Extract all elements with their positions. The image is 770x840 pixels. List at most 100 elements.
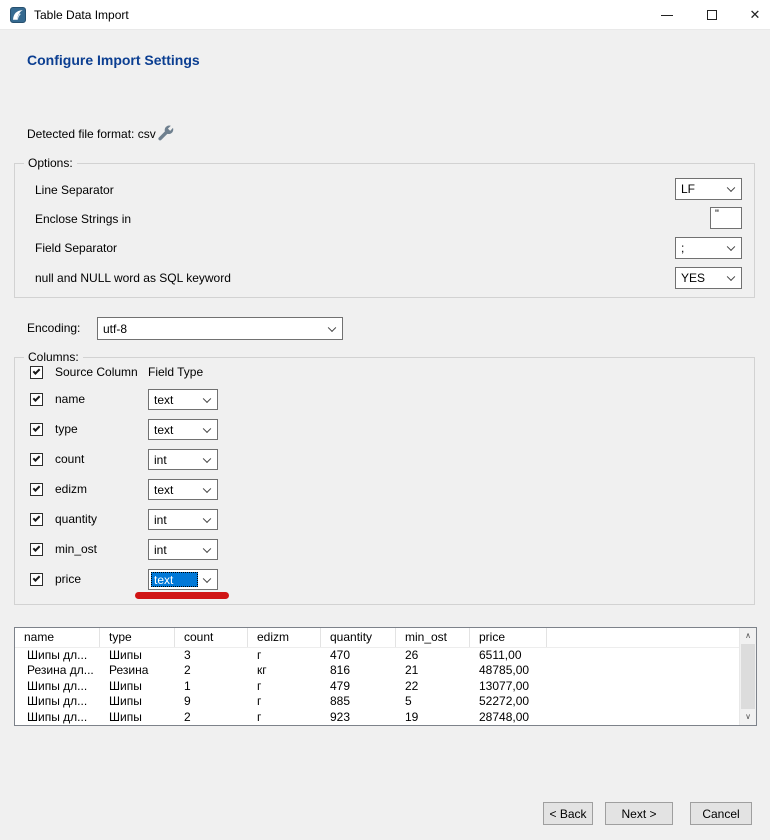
checkmark-icon — [33, 574, 41, 582]
select-value: ; — [681, 241, 684, 255]
checkmark-icon — [33, 544, 41, 552]
field-type-header: Field Type — [148, 365, 203, 379]
cell: 28748,00 — [470, 710, 547, 725]
cell: 6511,00 — [470, 648, 547, 663]
field-type-select-edizm[interactable]: text — [148, 479, 218, 500]
cell: Шипы дл... — [15, 679, 100, 694]
cell: Резина дл... — [15, 663, 100, 678]
title-bar: Table Data Import ✕ — [0, 0, 770, 30]
column-checkbox-type[interactable] — [30, 423, 43, 436]
chevron-down-icon — [203, 514, 211, 522]
chevron-down-icon — [203, 574, 211, 582]
field-type-select-type[interactable]: text — [148, 419, 218, 440]
wrench-icon[interactable] — [156, 124, 174, 142]
table-row: Шипы дл... Шипы 2 г 923 19 28748,00 — [15, 710, 756, 725]
table-row: Шипы дл... Шипы 1 г 479 22 13077,00 — [15, 679, 756, 694]
cancel-button[interactable]: Cancel — [690, 802, 752, 825]
minimize-icon — [661, 15, 673, 16]
enclose-strings-label: Enclose Strings in — [35, 212, 131, 226]
close-button[interactable]: ✕ — [740, 0, 770, 30]
chevron-down-icon — [203, 394, 211, 402]
table-row: Резина дл... Резина 2 кг 816 21 48785,00 — [15, 663, 756, 678]
options-legend: Options: — [24, 156, 77, 170]
columns-legend: Columns: — [24, 350, 83, 364]
column-checkbox-edizm[interactable] — [30, 483, 43, 496]
field-type-select-name[interactable]: text — [148, 389, 218, 410]
field-separator-label: Field Separator — [35, 241, 117, 255]
table-header-quantity: quantity — [321, 628, 396, 647]
window-title: Table Data Import — [34, 0, 129, 30]
column-checkbox-count[interactable] — [30, 453, 43, 466]
line-separator-label: Line Separator — [35, 183, 114, 197]
column-label-price: price — [55, 572, 81, 586]
select-value: utf-8 — [103, 322, 127, 336]
line-separator-select[interactable]: LF — [675, 178, 742, 200]
encoding-label: Encoding: — [27, 321, 80, 335]
field-type-select-quantity[interactable]: int — [148, 509, 218, 530]
column-label-quantity: quantity — [55, 512, 97, 526]
chevron-down-icon — [328, 323, 336, 331]
table-header-edizm: edizm — [248, 628, 321, 647]
table-header-count: count — [175, 628, 248, 647]
maximize-button[interactable] — [697, 0, 727, 30]
cell: 22 — [396, 679, 470, 694]
cell: 470 — [321, 648, 396, 663]
enclose-strings-input[interactable] — [710, 207, 742, 229]
cell: 52272,00 — [470, 694, 547, 709]
cell: Шипы дл... — [15, 648, 100, 663]
cell: Шипы — [100, 679, 175, 694]
cell: Шипы дл... — [15, 694, 100, 709]
chevron-down-icon — [727, 273, 735, 281]
column-checkbox-min-ost[interactable] — [30, 543, 43, 556]
cell: кг — [248, 663, 321, 678]
select-all-columns-checkbox[interactable] — [30, 366, 43, 379]
table-header-min-ost: min_ost — [396, 628, 470, 647]
annotation-red-underline — [135, 592, 229, 599]
column-checkbox-price[interactable] — [30, 573, 43, 586]
encoding-select[interactable]: utf-8 — [97, 317, 343, 340]
cell: 9 — [175, 694, 248, 709]
select-value: int — [154, 543, 167, 557]
column-label-count: count — [55, 452, 84, 466]
cell: г — [248, 710, 321, 725]
field-type-select-min-ost[interactable]: int — [148, 539, 218, 560]
scroll-down-icon[interactable]: ∨ — [740, 709, 756, 725]
cell: г — [248, 648, 321, 663]
select-value: text — [154, 393, 173, 407]
chevron-down-icon — [203, 454, 211, 462]
field-type-select-count[interactable]: int — [148, 449, 218, 470]
table-data-import-dialog: Table Data Import ✕ Configure Import Set… — [0, 0, 770, 840]
column-checkbox-name[interactable] — [30, 393, 43, 406]
cell: Шипы — [100, 710, 175, 725]
cell: 885 — [321, 694, 396, 709]
vertical-scrollbar[interactable]: ∧ ∨ — [739, 628, 756, 725]
cell: Шипы дл... — [15, 710, 100, 725]
select-value-selected: text — [151, 572, 198, 587]
page-title: Configure Import Settings — [27, 52, 200, 68]
maximize-icon — [707, 10, 717, 20]
field-separator-select[interactable]: ; — [675, 237, 742, 259]
column-checkbox-quantity[interactable] — [30, 513, 43, 526]
table-row: Шипы дл... Шипы 9 г 885 5 52272,00 — [15, 694, 756, 709]
detected-format-label: Detected file format: csv — [27, 127, 156, 141]
chevron-down-icon — [203, 424, 211, 432]
cell: 479 — [321, 679, 396, 694]
checkmark-icon — [33, 484, 41, 492]
chevron-down-icon — [727, 184, 735, 192]
checkmark-icon — [33, 454, 41, 462]
close-icon: ✕ — [740, 0, 770, 30]
column-label-name: name — [55, 392, 85, 406]
minimize-button[interactable] — [652, 0, 682, 30]
columns-group: Columns: — [14, 357, 755, 605]
next-button[interactable]: Next > — [605, 802, 673, 825]
scrollbar-thumb[interactable] — [741, 644, 755, 709]
cell: 13077,00 — [470, 679, 547, 694]
cell: 19 — [396, 710, 470, 725]
field-type-select-price[interactable]: text — [148, 569, 218, 590]
chevron-down-icon — [727, 243, 735, 251]
back-button[interactable]: < Back — [543, 802, 593, 825]
scroll-up-icon[interactable]: ∧ — [740, 628, 756, 644]
null-keyword-select[interactable]: YES — [675, 267, 742, 289]
table-header-price: price — [470, 628, 547, 647]
table-header-name: name — [15, 628, 100, 647]
